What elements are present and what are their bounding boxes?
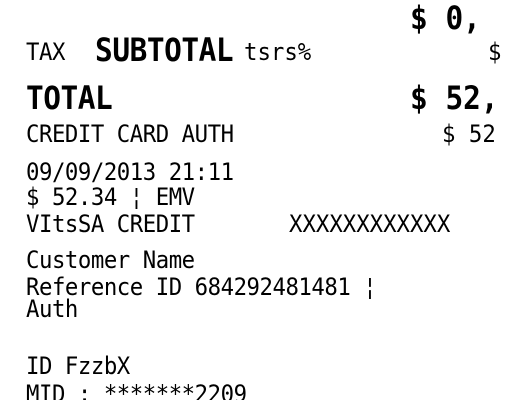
id-line: ID FzzbX (26, 352, 130, 380)
tax-rate: tsrs% (244, 38, 312, 66)
auth-label: Auth (26, 295, 78, 323)
customer-name: Customer Name (26, 246, 195, 274)
transaction-datetime: 09/09/2013 21:11 (26, 158, 234, 186)
subtotal-label: SUBTOTAL (95, 31, 234, 69)
total-label: TOTAL (26, 79, 113, 117)
credit-auth-label: CREDIT CARD AUTH (26, 120, 234, 148)
receipt: SUBTOTAL $ 0, TAX tsrs% $ TOTAL $ 52, CR… (0, 0, 512, 400)
card-type: VItsSA CREDIT (26, 210, 195, 238)
tax-label: TAX (26, 38, 65, 66)
subtotal-amount: $ 0, (410, 0, 481, 37)
reference-id: Reference ID 684292481481 ¦ (26, 273, 377, 301)
mid-line: MID : *******2209 (26, 380, 247, 400)
tax-amount: $ (488, 38, 502, 66)
card-number: XXXXXXXXXXXX (289, 210, 451, 238)
total-amount: $ 52, (410, 79, 499, 117)
credit-auth-amount: $ 52 (442, 120, 496, 148)
amount-line: $ 52.34 ¦ EMV (26, 183, 195, 211)
